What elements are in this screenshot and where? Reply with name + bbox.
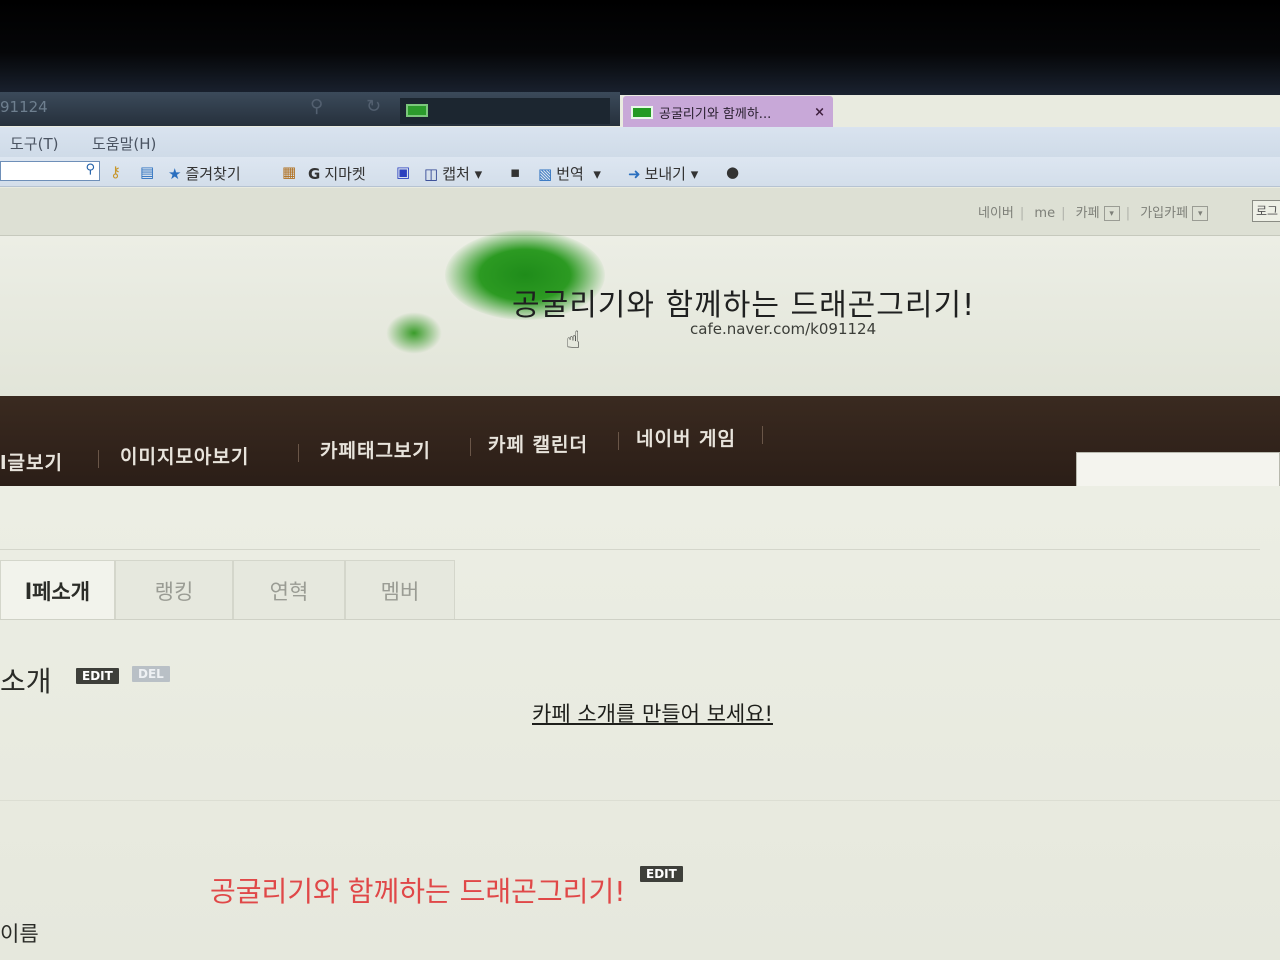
login-button[interactable]: 로그 [1252,200,1280,222]
refresh-icon[interactable]: ↻ [366,96,381,117]
save-icon[interactable]: ▪ [510,163,520,181]
chevron-down-icon[interactable]: ▾ [1192,206,1209,221]
intro-delete-button[interactable]: DEL [132,666,170,682]
screen-bezel-dark [0,0,1280,95]
capture-icon: ◫ [424,165,439,183]
naver-favicon-icon [631,105,653,119]
menu-help[interactable]: 도움말(H) [92,133,156,154]
translate-icon: ▧ [538,165,553,183]
cafe-name-value: 공굴리기와 함께하는 드래곤그리기! [210,875,626,908]
address-text[interactable]: 91124 [0,98,48,116]
content-top-border [0,520,1260,550]
translate-button[interactable]: ▧ 번역 ▾ [538,163,601,184]
intro-edit-button[interactable]: EDIT [76,668,119,684]
gmarket-button[interactable]: G 지마켓 [308,163,366,184]
section-divider [0,800,1280,801]
nav-separator [298,444,299,462]
menu-bar: 도구(T) 도움말(H) [0,127,1280,157]
cafe-search-input[interactable] [1076,452,1280,488]
document-icon[interactable]: ▣ [396,163,410,181]
nav-separator [470,438,471,456]
link-naver[interactable]: 네이버 [978,206,1014,221]
search-icon[interactable]: ⚲ [85,162,95,177]
nav-separator [762,426,763,444]
toolbar-search-input[interactable]: ⚲ [0,161,100,181]
cafe-logo-blob-small [386,312,442,354]
naver-favicon-icon [406,104,428,117]
favorites-button[interactable]: ★ 즐겨찾기 [168,163,241,184]
star-icon: ★ [168,165,182,183]
link-cafe[interactable]: 카페 [1076,206,1100,221]
tab-underline [0,619,1280,620]
tab-members[interactable]: 멤버 [345,560,455,620]
send-arrow-icon: ➜ [628,165,641,183]
nav-item-naver-game[interactable]: 네이버 게임 [636,424,736,451]
nav-separator [98,450,99,468]
link-me[interactable]: me [1034,206,1055,221]
gmarket-logo-icon: G [308,165,321,183]
tab-ranking[interactable]: 랭킹 [115,560,233,620]
capture-button[interactable]: ◫ 캡처 ▾ [424,163,482,184]
tab-cafe-intro[interactable]: l페소개 [0,560,115,620]
sub-tabs: l페소개 랭킹 연혁 멤버 [0,560,1280,620]
browser-tab-inactive[interactable] [400,98,610,124]
intro-section-title: 소개 [0,665,52,698]
cafe-url[interactable]: cafe.naver.com/k091124 [690,320,876,338]
nav-separator [618,432,619,450]
chevron-down-icon[interactable]: ▾ [1103,206,1120,221]
search-icon[interactable]: ⚲ [310,96,323,117]
tab-title: 공굴리기와 함께하... [659,106,772,122]
name-edit-button[interactable]: EDIT [640,866,683,882]
site-top-bar: 네이버 | me | 카페 ▾ | 가입카페 ▾ 로그 [0,188,1280,236]
site-links: 네이버 | me | 카페 ▾ | 가입카페 ▾ [978,202,1209,221]
menu-tools[interactable]: 도구(T) [10,133,58,154]
page-icon[interactable]: ▤ [140,163,154,181]
key-icon[interactable]: ⚷ [110,163,121,181]
create-intro-link[interactable]: 카페 소개를 만들어 보세요! [532,698,773,728]
circle-icon[interactable]: ● [726,163,739,181]
nav-item-all-posts[interactable]: l글보기 [0,448,63,475]
name-label: 이름 [0,922,39,946]
hand-cursor-icon: ☝ [566,326,581,354]
cafe-title[interactable]: 공굴리기와 함께하는 드래곤그리기! [512,280,975,324]
browser-tab-active[interactable]: 공굴리기와 함께하... × [623,96,833,128]
tab-history[interactable]: 연혁 [233,560,345,620]
toolbar: ⚲ ⚷ ▤ ★ 즐겨찾기 ▦ G 지마켓 ▣ ◫ 캡처 ▾ ▪ ▧ 번역 ▾ ➜ 보내기 … [0,157,1280,187]
nav-item-calendar[interactable]: 카페 캘린더 [488,430,588,457]
nav-item-tags[interactable]: 카페태그보기 [320,436,431,463]
nav-item-images[interactable]: 이미지모아보기 [120,442,249,469]
bookmark-icon[interactable]: ▦ [282,163,296,181]
send-button[interactable]: ➜ 보내기 ▾ [628,163,698,184]
close-tab-icon[interactable]: × [814,105,825,120]
link-joined-cafe[interactable]: 가입카페 [1140,206,1188,221]
